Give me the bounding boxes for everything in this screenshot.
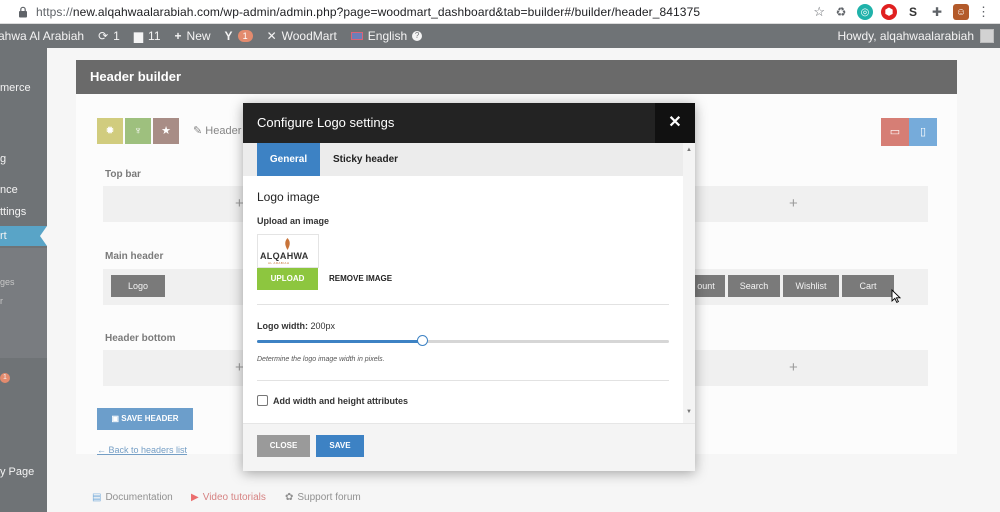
upload-image-label: Upload an image (257, 216, 330, 226)
browser-menu-icon[interactable]: ⋮ (977, 4, 990, 20)
green-extension-icon[interactable]: ◎ (857, 4, 873, 20)
s-extension-icon[interactable]: S (905, 4, 921, 20)
logo-brand-text: ALQAHWA (260, 251, 309, 261)
width-height-attributes-label[interactable]: Add width and height attributes (273, 396, 408, 406)
close-icon: ✕ (668, 114, 682, 131)
divider (257, 380, 669, 381)
remove-image-button[interactable]: REMOVE IMAGE (329, 274, 392, 283)
logo-settings-modal: Configure Logo settings ✕ General Sticky… (243, 103, 695, 471)
bookmark-star-icon[interactable]: ☆ (813, 4, 825, 20)
browser-address-bar[interactable]: https://new.alqahwaalarabiah.com/wp-admi… (0, 0, 1000, 24)
recycle-extension-icon[interactable]: ♻ (833, 4, 849, 20)
logo-preview: ALQAHWA AL ARABIAH (257, 234, 319, 268)
upload-button[interactable]: UPLOAD (257, 268, 318, 290)
lock-icon (18, 6, 28, 18)
slider-handle[interactable] (417, 335, 428, 346)
modal-tabs: General Sticky header (243, 143, 683, 176)
logo-sub-text: AL ARABIAH (268, 261, 290, 265)
url-text[interactable]: https://new.alqahwaalarabiah.com/wp-admi… (36, 5, 700, 19)
slider-fill (257, 340, 422, 343)
logo-width-help: Determine the logo image width in pixels… (257, 356, 385, 363)
modal-footer: CLOSE SAVE (243, 423, 695, 471)
browser-toolbar-right: ☆ ♻ ◎ ⬢ S ✚ ☺ ⋮ (813, 0, 1000, 24)
scroll-up-icon[interactable]: ▲ (686, 147, 692, 153)
mouse-cursor-icon (891, 289, 901, 303)
profile-avatar-icon[interactable]: ☺ (953, 4, 969, 20)
logo-width-value: 200px (310, 321, 336, 331)
logo-width-text: Logo width: (257, 321, 308, 331)
tab-sticky-header[interactable]: Sticky header (333, 143, 398, 176)
modal-content: Logo image Upload an image ALQAHWA AL AR… (257, 176, 670, 423)
modal-close-button[interactable]: ✕ (655, 103, 695, 143)
logo-image-heading: Logo image (257, 190, 320, 204)
red-extension-icon[interactable]: ⬢ (881, 4, 897, 20)
divider (257, 304, 669, 305)
logo-mark-icon (285, 238, 290, 250)
modal-scrollbar[interactable]: ▲ ▼ (683, 143, 695, 423)
logo-width-label: Logo width: 200px (257, 321, 335, 331)
modal-title: Configure Logo settings (243, 103, 695, 143)
scroll-down-icon[interactable]: ▼ (686, 409, 692, 415)
width-height-attributes-checkbox[interactable] (257, 395, 268, 406)
close-button[interactable]: CLOSE (257, 435, 310, 457)
puzzle-extensions-icon[interactable]: ✚ (929, 4, 945, 20)
tab-general[interactable]: General (257, 143, 320, 176)
save-button[interactable]: SAVE (316, 435, 364, 457)
